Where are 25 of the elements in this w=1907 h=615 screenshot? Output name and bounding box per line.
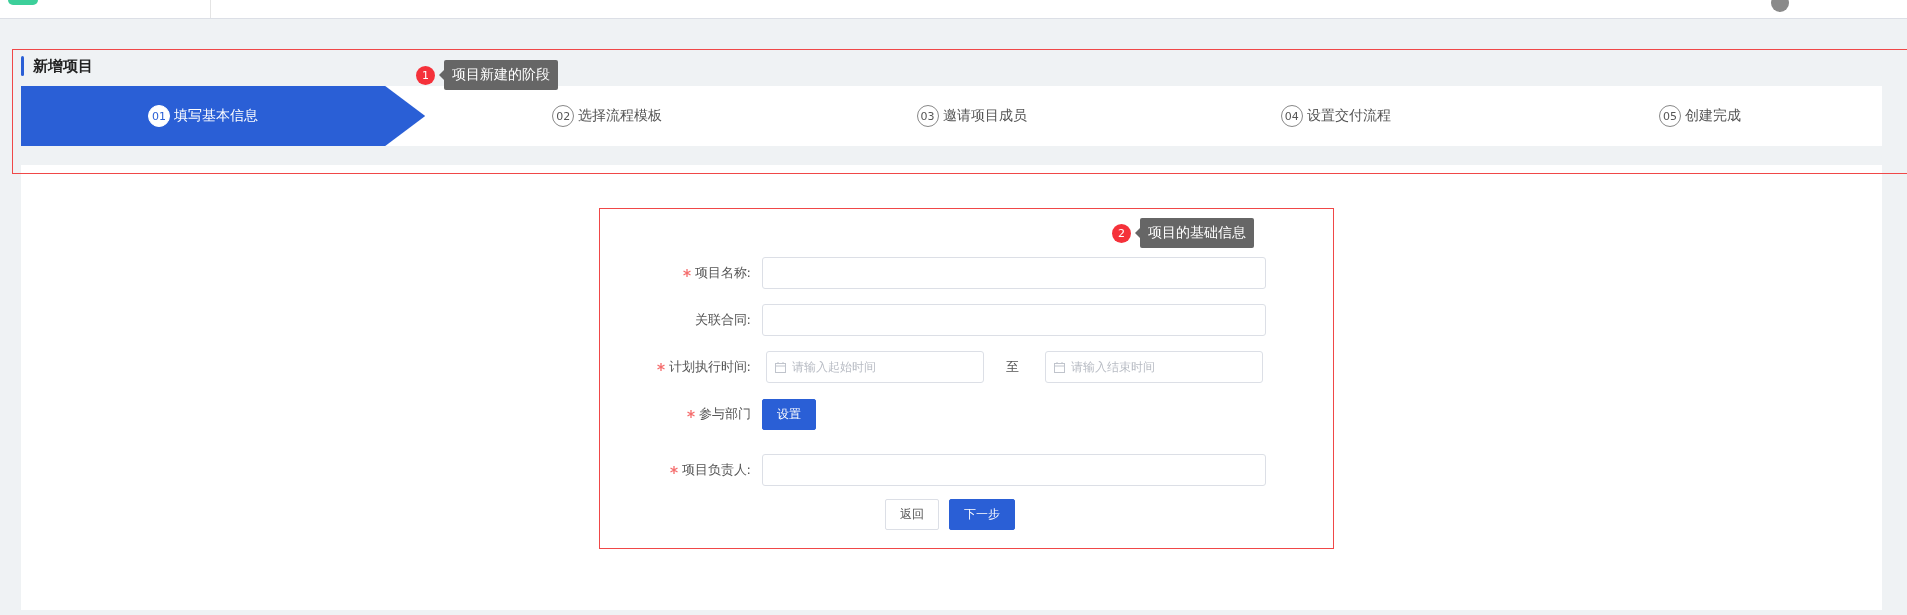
placeholder-text: 请输入起始时间 (792, 358, 876, 376)
set-button[interactable]: 设置 (762, 398, 816, 430)
calendar-icon (775, 361, 786, 373)
annotation-tooltip: 项目新建的阶段 (444, 60, 558, 90)
text-input-field[interactable] (762, 257, 1266, 289)
step-tab[interactable]: 04 设置交付流程 (1153, 86, 1518, 146)
step-tab[interactable]: 05 创建完成 (1517, 86, 1882, 146)
range-separator: 至 (1005, 358, 1020, 376)
text-input-field[interactable] (762, 304, 1266, 336)
text-input-field[interactable] (762, 454, 1266, 486)
calendar-icon (1054, 361, 1065, 373)
next-button[interactable]: 下一步 (949, 499, 1015, 530)
back-button[interactable]: 返回 (885, 499, 939, 530)
annotation-tooltip: 项目的基础信息 (1140, 218, 1254, 248)
field-label: 参与部门 (699, 405, 751, 423)
field-label: 项目负责人: (681, 461, 751, 479)
step-tab[interactable]: 01 填写基本信息 (21, 86, 426, 146)
title-accent-bar (21, 56, 24, 76)
placeholder-text: 请输入结束时间 (1071, 358, 1155, 376)
field-label: 计划执行时间: (668, 358, 751, 376)
page-title: 新增项目 (33, 56, 93, 76)
step-tab[interactable]: 03 邀请项目成员 (789, 86, 1154, 146)
field-label: 关联合同: (694, 311, 751, 329)
field-label: 项目名称: (694, 264, 751, 282)
annotation-number-badge: 1 (416, 65, 435, 85)
